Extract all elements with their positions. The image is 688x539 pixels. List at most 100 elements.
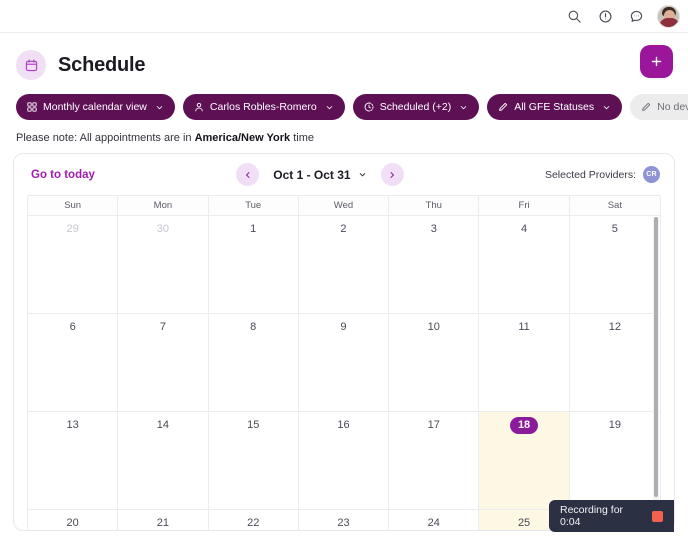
day-of-week-wed: Wed (299, 196, 390, 215)
calendar-day-number: 17 (427, 419, 440, 431)
calendar-day-number: 15 (247, 419, 260, 431)
date-range-selector[interactable]: Oct 1 - Oct 31 (273, 168, 366, 182)
calendar-day-cell[interactable]: 21 (118, 510, 209, 530)
calendar-week-row: 13 14 15 16 17 18 19 (28, 412, 660, 510)
note-prefix: Please note: All appointments are in (16, 132, 195, 144)
calendar-week-row: 29 30 1 2 3 4 5 (28, 216, 660, 314)
calendar-day-number: 20 (66, 517, 79, 529)
calendar-day-number: 30 (156, 223, 170, 235)
day-of-week-sun: Sun (28, 196, 119, 215)
calendar-day-number: 5 (611, 223, 618, 235)
calendar-day-cell[interactable]: 1 (209, 216, 299, 313)
filter-label: No devices (657, 101, 688, 113)
day-of-week-header: Sun Mon Tue Wed Thu Fri Sat (28, 196, 660, 216)
calendar-today-badge: 18 (509, 417, 539, 434)
recording-toast: Recording for 0:04 (549, 500, 674, 532)
calendar-day-cell[interactable]: 14 (118, 412, 209, 509)
calendar-day-number: 13 (66, 419, 79, 431)
calendar-day-cell[interactable]: 2 (299, 216, 390, 313)
chevron-right-icon (390, 171, 395, 178)
calendar-day-cell[interactable]: 30 (118, 216, 209, 313)
calendar-day-number: 21 (156, 517, 170, 529)
date-range-label: Oct 1 - Oct 31 (273, 167, 351, 182)
chevron-left-icon (245, 171, 250, 178)
day-of-week-sat: Sat (607, 200, 622, 211)
calendar-day-cell[interactable]: 4 (479, 216, 570, 313)
filter-devices: No devices (630, 94, 688, 120)
calendar-day-cell[interactable]: 15 (209, 412, 299, 509)
stop-recording-button[interactable] (652, 510, 663, 522)
chevron-down-icon (325, 103, 334, 112)
filter-status[interactable]: Scheduled (+2) (352, 94, 480, 120)
pencil-icon (641, 102, 651, 112)
calendar-day-number: 23 (337, 517, 350, 529)
calendar-day-cell[interactable]: 8 (209, 314, 299, 411)
calendar-day-number: 1 (250, 223, 257, 235)
recording-toast-text: Recording for 0:04 (560, 504, 624, 528)
calendar-day-cell[interactable]: 13 (28, 412, 119, 509)
calendar-day-cell[interactable]: 19 (570, 412, 660, 509)
provider-avatar-badge[interactable]: CR (643, 166, 660, 183)
calendar-day-cell[interactable]: 12 (570, 314, 660, 411)
calendar-day-cell[interactable]: 16 (299, 412, 390, 509)
calendar-day-cell[interactable]: 7 (118, 314, 209, 411)
filter-gfe-status[interactable]: All GFE Statuses (487, 94, 623, 120)
person-icon (194, 102, 204, 112)
calendar-day-cell[interactable]: 17 (389, 412, 480, 509)
chevron-down-icon (358, 168, 367, 182)
calendar-day-cell[interactable]: 29 (28, 216, 119, 313)
calendar-scrollbar-thumb[interactable] (654, 217, 658, 497)
calendar-day-cell[interactable]: 3 (389, 216, 480, 313)
calendar-day-cell[interactable]: 18 (479, 412, 570, 509)
calendar-day-number: 25 (517, 517, 531, 529)
calendar-day-number: 12 (608, 321, 621, 333)
calendar-day-cell[interactable]: 5 (570, 216, 660, 313)
calendar-day-cell[interactable]: 22 (209, 510, 299, 530)
day-of-week-fri: Fri (479, 196, 570, 215)
avatar-body (659, 17, 679, 27)
day-of-week-mon: Mon (118, 196, 209, 215)
date-range-nav: Oct 1 - Oct 31 (95, 163, 545, 186)
calendar-day-cell[interactable]: 24 (389, 510, 480, 530)
calendar-day-cell[interactable]: 23 (299, 510, 390, 530)
calendar-day-cell[interactable]: 20 (28, 510, 119, 530)
calendar-grid: Sun Mon Tue Wed Thu Fri Sat 29 30 1 2 3 4 5 6 7 8 9 10 11 1… (27, 195, 661, 530)
global-top-bar (0, 0, 688, 33)
calendar-day-number: 9 (340, 321, 347, 333)
day-of-week-tue: Tue (209, 196, 299, 215)
calendar-day-number: 3 (430, 223, 437, 235)
calendar-day-number: 6 (69, 321, 76, 333)
calendar-day-number: 2 (340, 223, 347, 235)
alert-circle-icon[interactable] (595, 6, 615, 26)
filter-monthly-calendar-view[interactable]: Monthly calendar view (16, 94, 175, 120)
calendar-day-number: 29 (66, 223, 79, 235)
avatar[interactable] (657, 4, 680, 28)
calendar-day-cell[interactable]: 11 (479, 314, 570, 411)
chevron-down-icon (602, 103, 611, 112)
calendar-weeks: 29 30 1 2 3 4 5 6 7 8 9 10 11 12 13 14 15 16 17 18 19 20 21 22 2… (28, 216, 660, 530)
calendar-day-number: 16 (337, 419, 350, 431)
calendar-day-cell[interactable]: 9 (299, 314, 390, 411)
calendar-day-cell[interactable]: 6 (28, 314, 119, 411)
go-to-today-button[interactable]: Go to today (31, 169, 95, 181)
filter-label: Carlos Robles-Romero (209, 101, 317, 113)
filter-provider[interactable]: Carlos Robles-Romero (182, 94, 345, 120)
calendar-scrollbar[interactable] (653, 217, 659, 517)
calendar-week-row: 6 7 8 9 10 11 12 (28, 314, 660, 412)
calendar-day-number: 7 (159, 321, 166, 333)
calendar-day-number: 11 (518, 321, 530, 333)
timezone-note: Please note: All appointments are in Ame… (0, 120, 688, 144)
plus-icon (651, 56, 662, 67)
chat-bubble-icon[interactable] (626, 6, 646, 26)
calendar-day-number: 4 (521, 223, 528, 235)
prev-month-button[interactable] (236, 163, 260, 186)
search-icon[interactable] (564, 6, 584, 26)
page-title: Schedule (58, 53, 146, 76)
calendar-card: Go to today Oct 1 - Oct 31 Selected Prov… (13, 153, 675, 531)
next-month-button[interactable] (380, 163, 404, 186)
clock-dashed-icon (364, 102, 374, 112)
add-appointment-button[interactable] (640, 45, 673, 78)
calendar-day-number: 10 (427, 321, 440, 333)
filter-label: Monthly calendar view (43, 101, 147, 113)
calendar-day-cell[interactable]: 10 (389, 314, 480, 411)
